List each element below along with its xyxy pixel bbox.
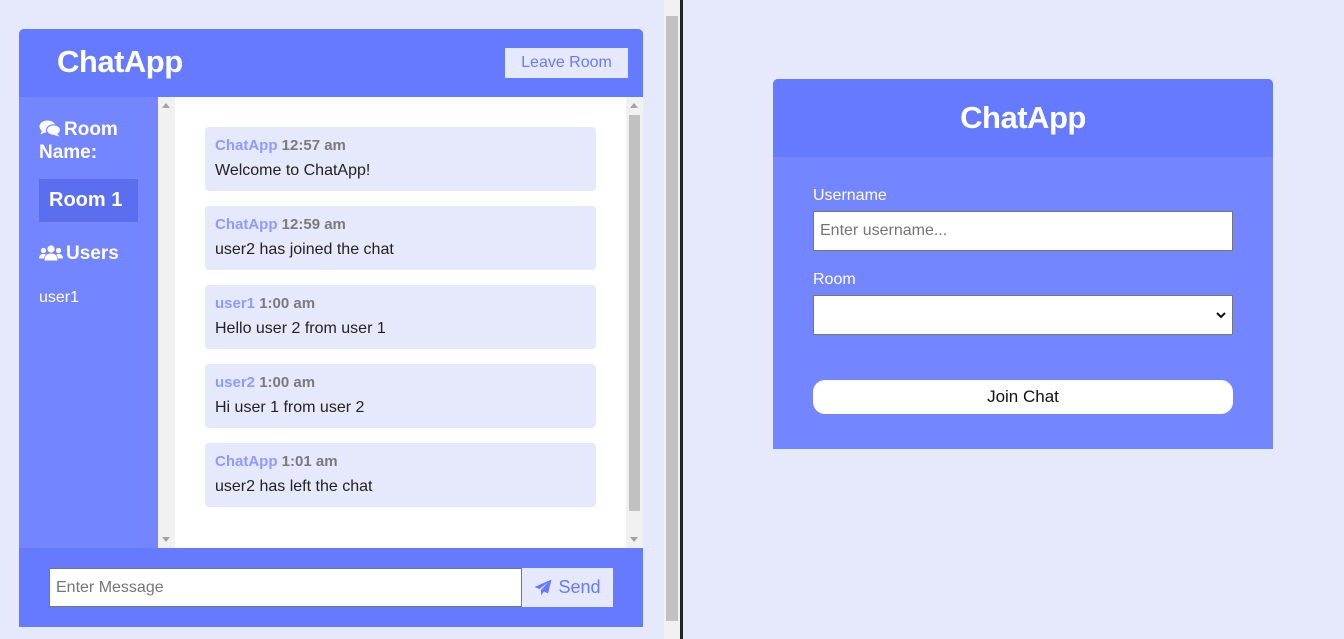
message-text: Hello user 2 from user 1 [215, 320, 386, 337]
join-container: ChatApp Username Room Join Chat [773, 79, 1273, 449]
chat-sidebar: Room Name: Room 1 Users user1 [19, 97, 158, 548]
message: ChatApp 12:59 am user2 has joined the ch… [205, 206, 596, 270]
scroll-down-arrow-icon[interactable] [162, 537, 170, 542]
chat-window: ChatApp Leave Room Room Name: Room 1 Use… [0, 0, 664, 639]
paper-plane-icon [534, 579, 552, 595]
chevron-down-icon [1216, 312, 1226, 319]
chat-container: ChatApp Leave Room Room Name: Room 1 Use… [19, 29, 643, 627]
scroll-up-arrow-icon[interactable] [162, 103, 170, 108]
join-chat-button[interactable]: Join Chat [813, 380, 1233, 414]
message-author: ChatApp [215, 216, 278, 233]
message-meta: ChatApp 12:57 am [215, 137, 586, 154]
room-select[interactable] [813, 295, 1233, 335]
message-author: ChatApp [215, 453, 278, 470]
scroll-up-arrow-icon[interactable] [630, 103, 638, 108]
messages-scrollbar-thumb[interactable] [629, 115, 640, 511]
message-text: Welcome to ChatApp! [215, 162, 371, 179]
message: user2 1:00 am Hi user 1 from user 2 [205, 364, 596, 428]
leave-room-button[interactable]: Leave Room [505, 48, 628, 78]
username-label: Username [813, 187, 887, 204]
message-author: user1 [215, 295, 256, 312]
message-meta: user2 1:00 am [215, 374, 586, 391]
message-text: user2 has joined the chat [215, 241, 394, 258]
message-time: 12:57 am [281, 137, 346, 154]
message-time: 1:00 am [259, 374, 316, 391]
send-button[interactable]: Send [522, 568, 613, 607]
room-name: Room 1 [39, 179, 138, 222]
message-meta: user1 1:00 am [215, 295, 586, 312]
chat-header: ChatApp Leave Room [19, 29, 643, 97]
message: ChatApp 1:01 am user2 has left the chat [205, 443, 596, 507]
message: ChatApp 12:57 am Welcome to ChatApp! [205, 127, 596, 191]
user-list-item: user1 [39, 289, 80, 306]
messages-left-scrollbar[interactable] [158, 97, 175, 548]
username-input[interactable] [813, 211, 1233, 251]
message-time: 1:01 am [281, 453, 338, 470]
room-label: Room [813, 271, 856, 288]
send-button-label: Send [558, 577, 601, 597]
message-time: 12:59 am [281, 216, 346, 233]
comments-icon [39, 120, 62, 137]
message-author: user2 [215, 374, 256, 391]
room-name-heading: Room Name: [39, 118, 149, 164]
chat-messages[interactable]: ChatApp 12:57 am Welcome to ChatApp! Cha… [158, 97, 643, 548]
page-scrollbar[interactable] [664, 0, 680, 639]
app-title: ChatApp [57, 44, 183, 79]
message-meta: ChatApp 1:01 am [215, 453, 586, 470]
users-heading-label: Users [66, 243, 119, 264]
join-header: ChatApp [773, 79, 1273, 157]
message-input[interactable] [49, 568, 522, 607]
message-time: 1:00 am [259, 295, 316, 312]
window-divider [680, 0, 683, 639]
message-author: ChatApp [215, 137, 278, 154]
message-text: user2 has left the chat [215, 478, 373, 495]
scroll-down-arrow-icon[interactable] [630, 537, 638, 542]
users-icon [39, 245, 63, 261]
message-meta: ChatApp 12:59 am [215, 216, 586, 233]
user-list: user1 [39, 289, 79, 315]
message: user1 1:00 am Hello user 2 from user 1 [205, 285, 596, 349]
users-heading: Users [39, 242, 119, 265]
join-title: ChatApp [960, 100, 1086, 135]
page-scrollbar-thumb[interactable] [666, 16, 678, 621]
messages-scrollbar[interactable] [626, 97, 643, 548]
message-text: Hi user 1 from user 2 [215, 399, 365, 416]
chat-form: Send [19, 548, 643, 627]
